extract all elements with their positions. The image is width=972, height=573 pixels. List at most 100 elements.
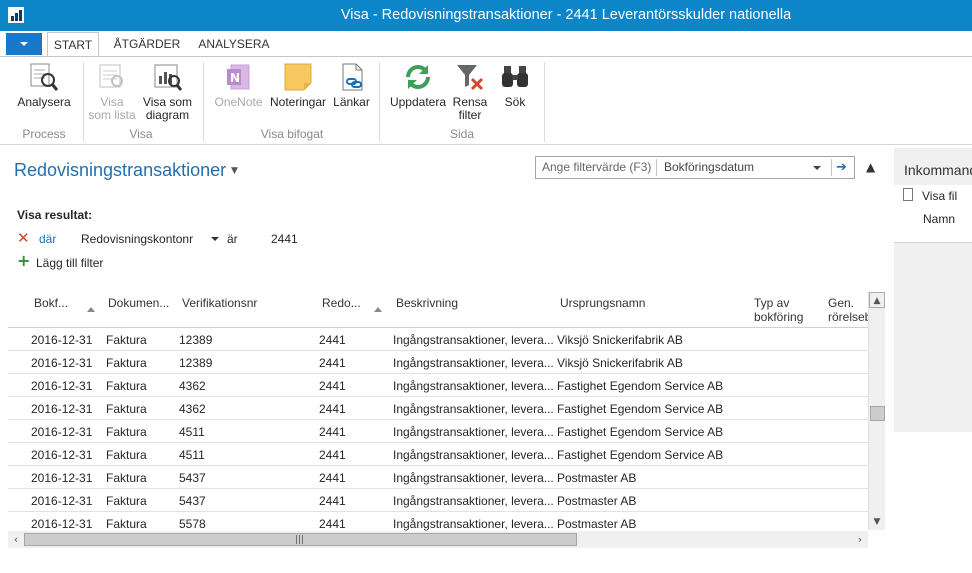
remove-filter-icon[interactable]: ✕ [17, 229, 30, 247]
list-view-icon [96, 61, 128, 93]
add-filter-link[interactable]: Lägg till filter [36, 256, 103, 270]
cell-bokforingsdatum: 2016-12-31 [31, 402, 93, 416]
chevron-down-icon[interactable] [813, 166, 821, 170]
factbox-title[interactable]: Inkommande [904, 162, 972, 178]
search-input[interactable]: Ange filtervärde (F3) [542, 157, 651, 178]
cell-dokumenttyp: Faktura [106, 402, 147, 416]
cell-redovisningskontonr: 2441 [319, 494, 346, 508]
group-separator [83, 62, 84, 142]
group-sida-label: Sida [449, 127, 475, 141]
cell-redovisningskontonr: 2441 [319, 402, 346, 416]
visa-som-lista-label: Visa som lista [88, 95, 136, 122]
cell-redovisningskontonr: 2441 [319, 356, 346, 370]
column-header-beskrivning[interactable]: Beskrivning [396, 296, 458, 310]
cell-bokforingsdatum: 2016-12-31 [31, 448, 93, 462]
filter-operator: är [227, 232, 238, 246]
filter-value[interactable]: 2441 [271, 232, 298, 246]
grid-header: Bokf... Dokumen... Verifikationsnr Redo.… [8, 290, 868, 328]
scrollbar-thumb[interactable]: ||| [24, 533, 577, 546]
visa-som-diagram-button[interactable]: Visa som diagram [140, 61, 195, 122]
cell-verifikationsnr[interactable]: 4362 [179, 379, 206, 393]
cell-bokforingsdatum: 2016-12-31 [31, 379, 93, 393]
cell-ursprungsnamn: Fastighet Egendom Service AB [557, 425, 724, 439]
table-row[interactable]: 2016-12-31 Faktura 12389 2441 Ingångstransak… [8, 328, 868, 351]
cell-verifikationsnr[interactable]: 4511 [179, 448, 205, 462]
cell-dokumenttyp: Faktura [106, 356, 147, 370]
cell-beskrivning: Ingångstransaktioner, levera... [393, 494, 554, 508]
collapse-up-icon[interactable]: ▲ [866, 160, 875, 174]
cell-verifikationsnr[interactable]: 5437 [179, 494, 206, 508]
refresh-icon [402, 61, 434, 93]
cell-redovisningskontonr: 2441 [319, 333, 346, 347]
scroll-up-icon[interactable]: ▲ [869, 292, 885, 308]
column-header-gen-rorelsebokf[interactable]: Gen. rörelseb [828, 296, 868, 324]
visa-som-lista-button[interactable]: Visa som lista [86, 61, 138, 122]
filter-field-select[interactable]: Bokföringsdatum [664, 157, 754, 178]
window-title: Visa - Redovisningstransaktioner - 2441 … [340, 7, 792, 23]
cell-verifikationsnr[interactable]: 5437 [179, 471, 206, 485]
transactions-grid: Bokf... Dokumen... Verifikationsnr Redo.… [8, 290, 885, 548]
application-menu-button[interactable] [6, 33, 42, 55]
analysera-button[interactable]: Analysera [14, 61, 74, 109]
noteringar-button[interactable]: Noteringar [268, 61, 328, 109]
vertical-scrollbar[interactable]: ▲ ▼ [868, 292, 885, 530]
chevron-down-icon[interactable] [211, 237, 219, 241]
link-icon [336, 61, 368, 93]
column-header-ursprungsnamn[interactable]: Ursprungsnamn [560, 296, 645, 310]
column-header-redovisningskontonr[interactable]: Redo... [322, 296, 361, 310]
table-row[interactable]: 2016-12-31 Faktura 4511 2441 Ingångstransakt… [8, 420, 868, 443]
arrow-right-icon[interactable]: ➔ [831, 159, 851, 176]
ribbon: Analysera Process Visa som lista Visa so… [0, 56, 972, 145]
group-visa-bifogat-label: Visa bifogat [260, 127, 324, 141]
tab-start[interactable]: START [47, 32, 99, 57]
table-row[interactable]: 2016-12-31 Faktura 5437 2441 Ingångstransakt… [8, 489, 868, 512]
noteringar-label: Noteringar [269, 95, 327, 109]
scroll-down-icon[interactable]: ▼ [869, 514, 885, 530]
cell-verifikationsnr[interactable]: 12389 [179, 333, 212, 347]
filter-where-label: där [39, 232, 57, 246]
cell-verifikationsnr[interactable]: 5578 [179, 517, 206, 531]
group-separator [544, 62, 545, 142]
binoculars-icon [499, 61, 531, 93]
page-title[interactable]: Redovisningstransaktioner [14, 160, 226, 181]
table-row[interactable]: 2016-12-31 Faktura 4362 2441 Ingångstransakt… [8, 374, 868, 397]
add-icon[interactable]: + [17, 253, 30, 269]
horizontal-scrollbar[interactable]: ‹ ||| › [8, 531, 868, 548]
cell-dokumenttyp: Faktura [106, 471, 147, 485]
rensa-filter-button[interactable]: Rensa filter [451, 61, 489, 122]
column-header-verifikationsnr[interactable]: Verifikationsnr [182, 296, 257, 310]
scrollbar-thumb[interactable] [870, 406, 885, 421]
factbox-content: Visa fil Namn [894, 185, 972, 243]
sok-button[interactable]: Sök [498, 61, 532, 109]
tab-analysera[interactable]: ANALYSERA [195, 32, 273, 57]
cell-beskrivning: Ingångstransaktioner, levera... [393, 517, 554, 531]
search-filter-box[interactable]: Ange filtervärde (F3) Bokföringsdatum ➔ [535, 156, 855, 179]
file-icon [903, 188, 913, 201]
column-header-bokforingsdatum[interactable]: Bokf... [34, 296, 68, 310]
lankar-button[interactable]: Länkar [330, 61, 373, 109]
table-row[interactable]: 2016-12-31 Faktura 4362 2441 Ingångstransakt… [8, 397, 868, 420]
table-row[interactable]: 2016-12-31 Faktura 4511 2441 Ingångstransakt… [8, 443, 868, 466]
lankar-label: Länkar [333, 95, 370, 109]
chevron-down-icon[interactable]: ▼ [231, 166, 238, 176]
factbox-pane: Inkommande Visa fil Namn [894, 148, 972, 432]
namn-column-header: Namn [923, 212, 956, 226]
table-row[interactable]: 2016-12-31 Faktura 5437 2441 Ingångstransakt… [8, 466, 868, 489]
column-header-typ-av-bokforing[interactable]: Typ av bokföring [754, 296, 803, 324]
cell-verifikationsnr[interactable]: 4511 [179, 425, 205, 439]
uppdatera-button[interactable]: Uppdatera [386, 61, 450, 109]
onenote-button[interactable]: N OneNote [210, 61, 267, 109]
filter-field-name[interactable]: Redovisningskontonr [81, 232, 193, 246]
visa-fil-button[interactable]: Visa fil [922, 189, 957, 203]
scroll-left-icon[interactable]: ‹ [8, 531, 24, 548]
cell-verifikationsnr[interactable]: 4362 [179, 402, 206, 416]
scroll-right-icon[interactable]: › [852, 531, 868, 548]
sort-asc-icon [87, 307, 95, 312]
ribbon-tabs: START ÅTGÄRDER ANALYSERA [0, 31, 972, 57]
cell-verifikationsnr[interactable]: 12389 [179, 356, 212, 370]
tab-atgarder[interactable]: ÅTGÄRDER [108, 32, 186, 57]
table-row[interactable]: 2016-12-31 Faktura 12389 2441 Ingångstransak… [8, 351, 868, 374]
column-header-dokumenttyp[interactable]: Dokumen... [108, 296, 169, 310]
cell-ursprungsnamn: Viksjö Snickerifabrik AB [557, 356, 683, 370]
cell-dokumenttyp: Faktura [106, 448, 147, 462]
